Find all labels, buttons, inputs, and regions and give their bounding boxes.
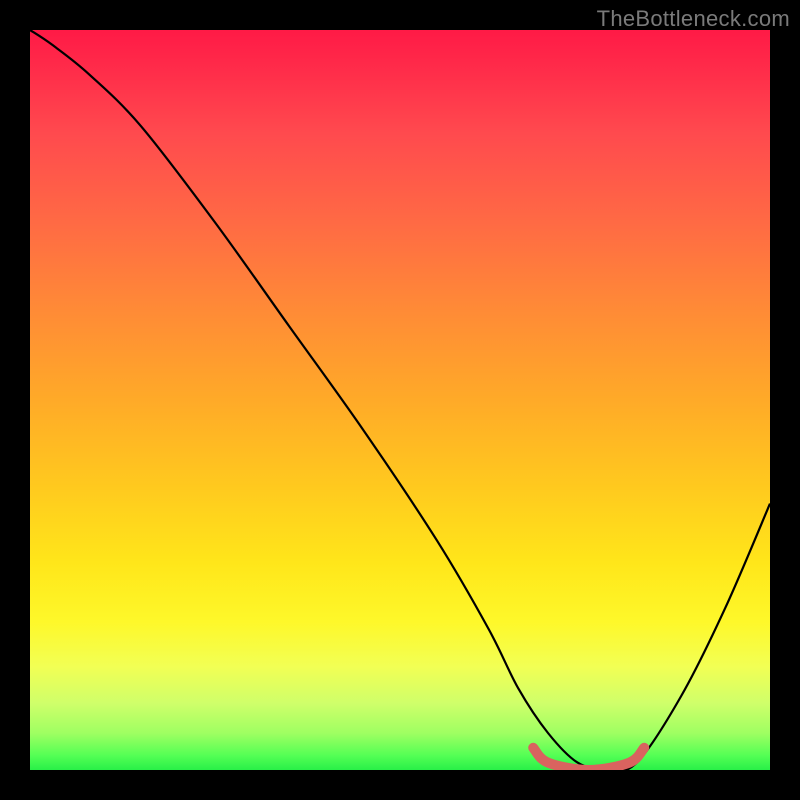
- chart-frame: TheBottleneck.com: [0, 0, 800, 800]
- curve-line: [30, 30, 770, 770]
- watermark-text: TheBottleneck.com: [597, 6, 790, 32]
- minimum-highlight: [533, 748, 644, 770]
- plot-area: [30, 30, 770, 770]
- chart-overlay-svg: [30, 30, 770, 770]
